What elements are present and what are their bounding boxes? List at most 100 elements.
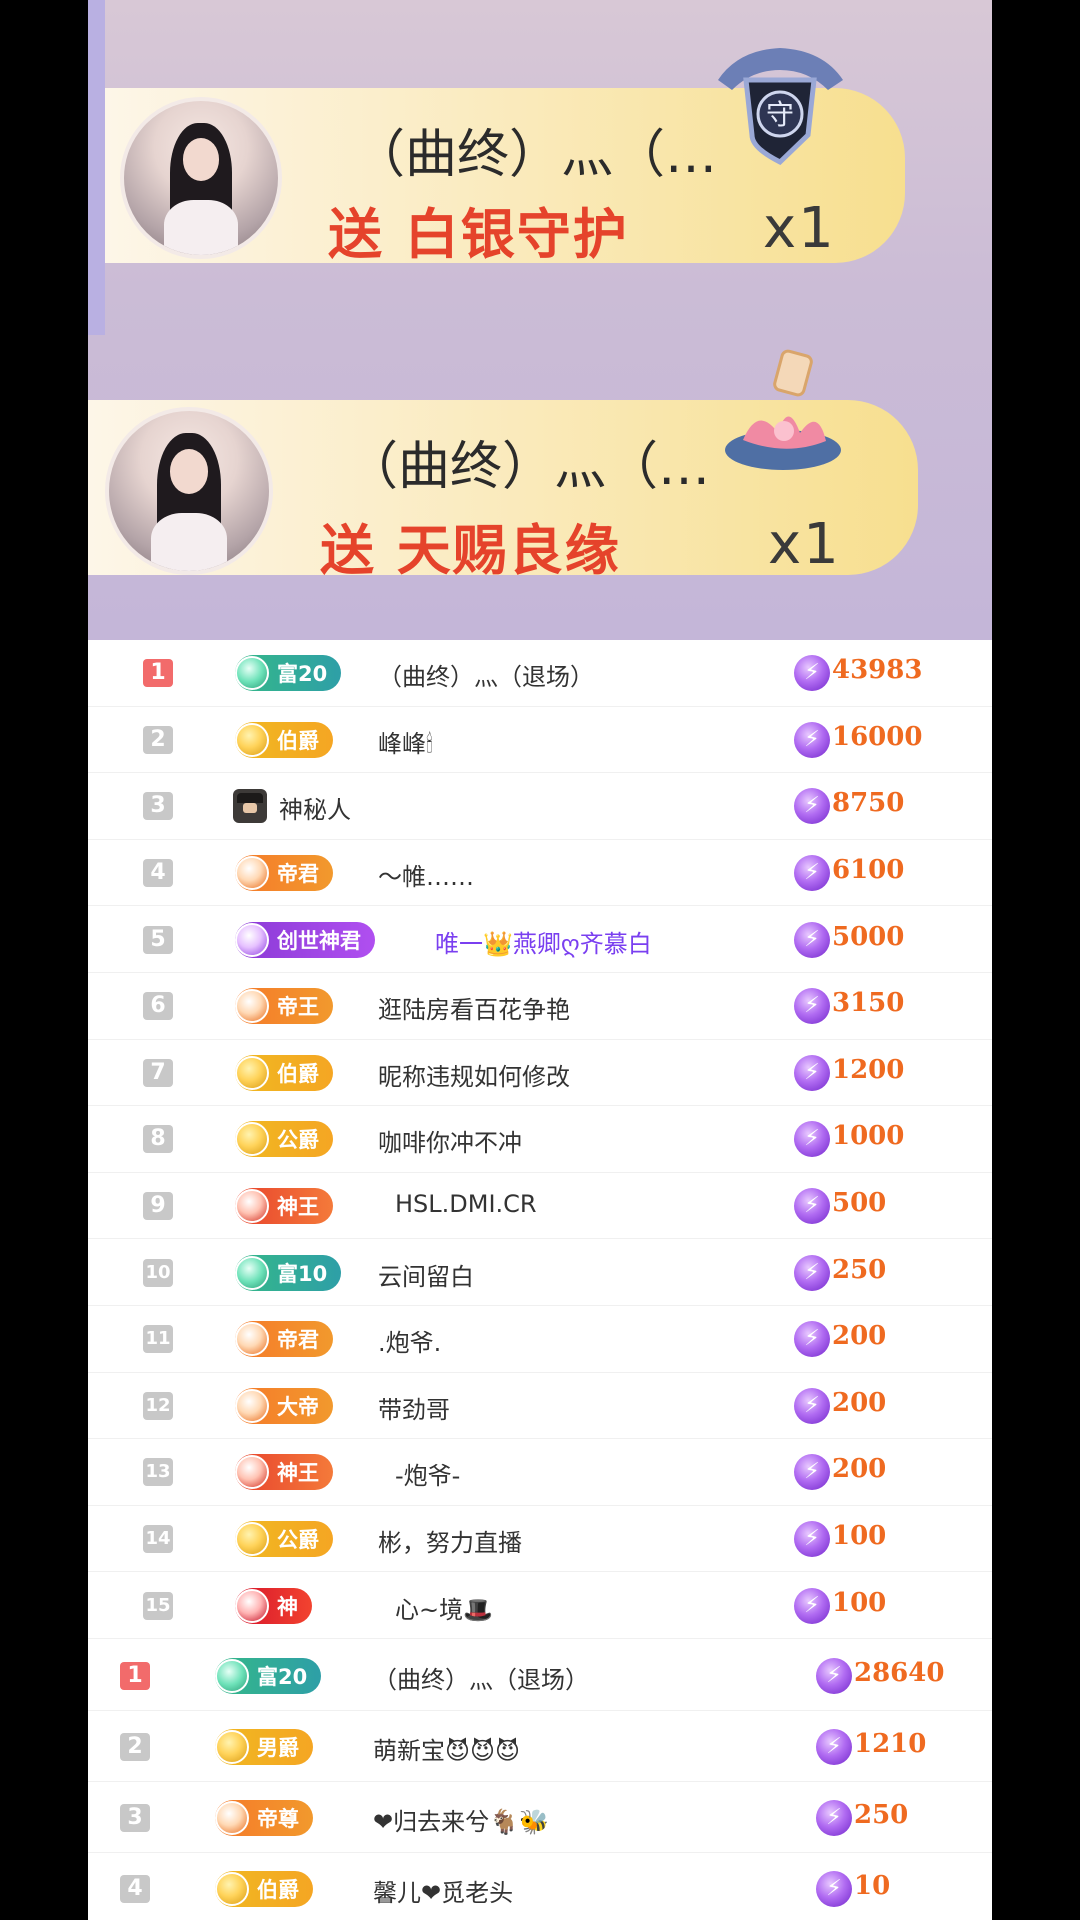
badge-orb-icon <box>235 722 269 757</box>
lightning-coin-icon: ⚡ <box>794 721 830 758</box>
badge-orb-icon <box>235 856 269 891</box>
user-nickname[interactable]: 逛陆房看百花争艳 <box>378 990 570 1025</box>
badge-label: 男爵 <box>257 1735 299 1760</box>
contribution-score: 200 <box>832 1321 887 1352</box>
badge-label: 神 <box>277 1594 298 1619</box>
lightning-coin-icon: ⚡ <box>816 1870 852 1907</box>
ranking-row[interactable]: 9 神王 HSL.DMI.CR ⚡ 500 <box>88 1173 992 1240</box>
lightning-coin-icon: ⚡ <box>794 1054 830 1091</box>
user-nickname[interactable]: 神秘人 <box>279 790 351 825</box>
user-nickname[interactable]: 萌新宝😈😈😈 <box>373 1731 520 1766</box>
badge-orb-icon <box>235 1455 269 1490</box>
rank-number: 14 <box>143 1525 173 1554</box>
user-nickname[interactable]: （曲终）灬（退场） <box>373 1660 589 1695</box>
badge-label: 伯爵 <box>257 1877 299 1902</box>
ranking-row[interactable]: 8 公爵 咖啡你冲不冲 ⚡ 1000 <box>88 1106 992 1173</box>
badge-orb-icon <box>235 1322 269 1357</box>
level-badge: 男爵 <box>215 1728 313 1765</box>
user-nickname[interactable]: 咖啡你冲不冲 <box>378 1123 522 1158</box>
level-badge: 帝王 <box>235 988 333 1025</box>
badge-label: 帝尊 <box>257 1806 299 1831</box>
badge-label: 公爵 <box>277 1528 319 1553</box>
badge-orb-icon <box>235 1122 269 1157</box>
badge-label: 神王 <box>277 1195 319 1220</box>
contribution-score: 1000 <box>832 1121 905 1152</box>
contribution-score: 3150 <box>832 988 905 1019</box>
ranking-row[interactable]: 7 伯爵 昵称违规如何修改 ⚡ 1200 <box>88 1040 992 1107</box>
badge-label: 创世神君 <box>277 928 361 953</box>
contribution-score: 43983 <box>832 655 923 686</box>
rank-number: 2 <box>120 1732 150 1761</box>
user-nickname[interactable]: （曲终）灬（退场） <box>378 657 594 692</box>
gift-name-2: 送 天赐良缘 <box>320 519 621 582</box>
giver-avatar-1[interactable] <box>120 97 282 259</box>
gift-count-2: x1 <box>768 512 841 577</box>
user-nickname[interactable]: 昵称违规如何修改 <box>378 1057 570 1092</box>
giver-avatar-2[interactable] <box>105 407 273 575</box>
ranking-row[interactable]: 4 帝君 ～帷…… ⚡ 6100 <box>88 840 992 907</box>
badge-orb-icon <box>235 1588 269 1623</box>
lightning-coin-icon: ⚡ <box>794 921 830 958</box>
rank-number: 1 <box>143 659 173 688</box>
contribution-score: 5000 <box>832 921 905 952</box>
ranking-row[interactable]: 10 富10 云间留白 ⚡ 250 <box>88 1239 992 1306</box>
badge-orb-icon <box>235 1522 269 1557</box>
lightning-coin-icon: ⚡ <box>794 1387 830 1424</box>
ranking-row[interactable]: 12 大帝 带劲哥 ⚡ 200 <box>88 1373 992 1440</box>
lightning-coin-icon: ⚡ <box>794 1587 830 1624</box>
ranking-row[interactable]: 4 伯爵 馨儿❤觅老头 ⚡ 10 <box>88 1853 992 1920</box>
ranking-row[interactable]: 1 富20 （曲终）灬（退场） ⚡ 43983 <box>88 640 992 707</box>
ranking-row[interactable]: 13 神王 -炮爷- ⚡ 200 <box>88 1439 992 1506</box>
badge-orb-icon <box>235 989 269 1024</box>
badge-orb-icon <box>215 1800 249 1835</box>
rank-number: 12 <box>143 1391 173 1420</box>
ranking-row[interactable]: 2 伯爵 峰峰🕯 ⚡ 16000 <box>88 707 992 774</box>
ranking-row[interactable]: 14 公爵 彬，努力直播 ⚡ 100 <box>88 1506 992 1573</box>
user-nickname[interactable]: 彬，努力直播 <box>378 1523 522 1558</box>
mystery-user-icon <box>233 789 267 824</box>
badge-label: 神王 <box>277 1461 319 1486</box>
ranking-row[interactable]: 2 男爵 萌新宝😈😈😈 ⚡ 1210 <box>88 1711 992 1782</box>
user-nickname[interactable]: 带劲哥 <box>378 1390 450 1425</box>
user-nickname[interactable]: -炮爷- <box>395 1456 460 1491</box>
user-nickname[interactable]: 心~境🎩 <box>395 1590 493 1625</box>
level-badge: 富20 <box>215 1657 322 1694</box>
level-badge: 神王 <box>235 1454 333 1491</box>
level-badge: 公爵 <box>235 1121 333 1158</box>
lightning-coin-icon: ⚡ <box>816 1799 852 1836</box>
ranking-row[interactable]: 5 创世神君 唯一👑燕卿ღ齐慕白 ⚡ 5000 <box>88 906 992 973</box>
ranking-row[interactable]: 11 帝君 .炮爷. ⚡ 200 <box>88 1306 992 1373</box>
rank-number: 7 <box>143 1058 173 1087</box>
ranking-row[interactable]: 6 帝王 逛陆房看百花争艳 ⚡ 3150 <box>88 973 992 1040</box>
user-nickname[interactable]: 唯一👑燕卿ღ齐慕白 <box>435 924 652 959</box>
user-nickname[interactable]: ～帷…… <box>378 857 474 892</box>
lightning-coin-icon: ⚡ <box>816 1657 852 1694</box>
ranking-row[interactable]: 1 富20 （曲终）灬（退场） ⚡ 28640 <box>88 1640 992 1711</box>
badge-orb-icon <box>235 1189 269 1224</box>
badge-label: 帝王 <box>277 995 319 1020</box>
level-badge: 伯爵 <box>215 1870 313 1907</box>
badge-label: 大帝 <box>277 1394 319 1419</box>
lightning-coin-icon: ⚡ <box>794 1454 830 1491</box>
rank-number: 2 <box>143 725 173 754</box>
rank-number: 5 <box>143 925 173 954</box>
lightning-coin-icon: ⚡ <box>794 988 830 1025</box>
user-nickname[interactable]: 云间留白 <box>378 1257 474 1292</box>
badge-label: 富10 <box>277 1261 328 1286</box>
gift-giver-name-1: （曲终）灬（… <box>353 125 718 185</box>
level-badge: 创世神君 <box>235 921 375 958</box>
user-nickname[interactable]: 峰峰🕯 <box>378 724 433 759</box>
user-nickname[interactable]: ❤归去来兮🐐🐝 <box>373 1802 549 1837</box>
user-nickname[interactable]: .炮爷. <box>378 1323 441 1358</box>
ranking-row[interactable]: 3 神秘人 ⚡ 8750 <box>88 773 992 840</box>
user-nickname[interactable]: HSL.DMI.CR <box>395 1190 537 1218</box>
gift-name-1: 送 白银守护 <box>328 203 629 266</box>
ranking-row[interactable]: 3 帝尊 ❤归去来兮🐐🐝 ⚡ 250 <box>88 1782 992 1853</box>
contribution-score: 8750 <box>832 788 905 819</box>
badge-label: 伯爵 <box>277 728 319 753</box>
level-badge: 公爵 <box>235 1521 333 1558</box>
user-nickname[interactable]: 馨儿❤觅老头 <box>373 1873 513 1908</box>
ranking-row[interactable]: 15 神 心~境🎩 ⚡ 100 <box>88 1572 992 1639</box>
level-badge: 富20 <box>235 655 342 692</box>
badge-label: 伯爵 <box>277 1061 319 1086</box>
